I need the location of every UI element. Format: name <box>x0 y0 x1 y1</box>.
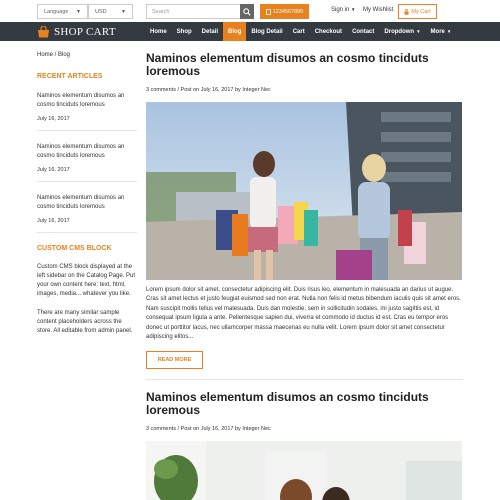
nav-item-checkout[interactable]: Checkout <box>310 22 347 41</box>
search-input[interactable]: Search <box>146 4 253 19</box>
wishlist-link[interactable]: My Wishlist <box>363 7 393 13</box>
shopping-bag-icon <box>38 25 49 37</box>
my-cart-button[interactable]: My Cart <box>398 4 437 19</box>
nav-item-shop[interactable]: Shop <box>172 22 197 41</box>
nav-item-cart[interactable]: Cart <box>288 22 310 41</box>
nav-item-blog[interactable]: Blog <box>223 22 247 41</box>
chevron-down-icon: ▼ <box>76 8 81 15</box>
phone-icon <box>265 8 271 15</box>
chevron-down-icon: ▼ <box>416 29 421 34</box>
brand-name: SHOP CART <box>54 25 116 38</box>
post-author[interactable]: Integer Nec <box>242 87 270 93</box>
post-date: / Post on July 16, 2017 by <box>175 87 243 93</box>
blog-post: Naminos elementum disumos an cosmo tinci… <box>146 52 463 381</box>
post-title[interactable]: Naminos elementum disumos an cosmo tinci… <box>146 52 463 78</box>
shopping-women-photo <box>146 102 462 280</box>
language-select-label: Language <box>44 8 69 15</box>
post-image[interactable] <box>146 441 462 500</box>
comments-count[interactable]: 3 comments <box>146 426 176 432</box>
my-cart-label: My Cart <box>411 8 431 15</box>
lock-icon <box>404 8 409 15</box>
recent-article-date: July 16, 2017 <box>37 167 70 173</box>
recent-article-date: July 16, 2017 <box>37 116 70 122</box>
cms-paragraph: There are many similar sample content pl… <box>37 310 133 334</box>
chevron-down-icon: ▼ <box>446 29 452 34</box>
top-bar: Language ▼ USD ▼ Search 1234567890 Sign … <box>0 0 500 22</box>
phone-badge[interactable]: 1234567890 <box>260 4 309 19</box>
recent-article: Naminos elementum disumos an cosmo tinci… <box>37 92 137 131</box>
currency-select-label: USD <box>95 8 107 15</box>
nav-item-dropdown[interactable]: Dropdown ▼ <box>379 22 425 41</box>
nav-item-dropdown-label: Dropdown <box>384 28 415 35</box>
recent-article-title[interactable]: Naminos elementum disumos an cosmo tinci… <box>37 92 137 110</box>
cms-paragraph: Custom CMS block displayed at the left s… <box>37 264 136 297</box>
nav-item-home[interactable]: Home <box>145 22 172 41</box>
post-title[interactable]: Naminos elementum disumos an cosmo tinci… <box>146 391 463 417</box>
office-team-photo <box>146 441 462 500</box>
recent-article-title[interactable]: Naminos elementum disumos an cosmo tinci… <box>37 143 137 161</box>
sidebar: Home / Blog RECENT ARTICLES Naminos elem… <box>37 52 137 346</box>
nav-item-detail[interactable]: Detail <box>197 22 223 41</box>
main-navbar: SHOP CART Home Shop Detail Blog Blog Det… <box>0 22 500 41</box>
search-button[interactable] <box>240 4 254 19</box>
post-image[interactable] <box>146 102 462 280</box>
post-date: / Post on July 16, 2017 by <box>175 426 243 433</box>
recent-article-date: July 16, 2017 <box>37 218 70 224</box>
breadcrumb: Home / Blog <box>37 52 71 58</box>
nav-item-contact[interactable]: Contact <box>347 22 379 41</box>
post-excerpt: Lorem ipsum dolor sit amet, consectetur … <box>146 287 461 341</box>
recent-article-title[interactable]: Naminos elementum disumos an cosmo tinci… <box>37 194 137 212</box>
blog-post: Naminos elementum disumos an cosmo tinci… <box>146 391 463 500</box>
comments-count[interactable]: 3 comments <box>146 87 176 93</box>
recent-article: Naminos elementum disumos an cosmo tinci… <box>37 194 137 233</box>
nav-menu: Home Shop Detail Blog Blog Detail Cart C… <box>145 22 456 41</box>
phone-number: 1234567890 <box>272 8 304 15</box>
sign-in-link[interactable]: Sign in ▼ <box>331 7 356 13</box>
language-select[interactable]: Language ▼ <box>37 4 88 19</box>
search-placeholder: Search <box>152 8 170 15</box>
post-author[interactable]: Integer Nec <box>242 426 270 432</box>
sign-in-label: Sign in <box>331 7 350 13</box>
currency-select[interactable]: USD ▼ <box>88 4 133 19</box>
recent-articles-heading: RECENT ARTICLES <box>37 73 103 80</box>
post-meta: 3 comments / Post on July 16, 2017 by In… <box>146 426 463 432</box>
nav-item-more[interactable]: More ▼ <box>426 22 457 41</box>
post-meta: 3 comments / Post on July 16, 2017 by In… <box>146 87 463 93</box>
custom-cms-heading: CUSTOM CMS BLOCK <box>37 245 112 252</box>
read-more-button[interactable]: READ MORE <box>146 351 203 370</box>
post-divider <box>146 379 463 381</box>
chevron-down-icon: ▼ <box>351 7 356 12</box>
logo[interactable]: SHOP CART <box>37 25 116 38</box>
blog-list: Naminos elementum disumos an cosmo tinci… <box>146 52 463 500</box>
chevron-down-icon: ▼ <box>121 8 126 15</box>
search-icon <box>243 7 251 16</box>
nav-item-blog-detail[interactable]: Blog Detail <box>246 22 287 41</box>
nav-item-more-label: More <box>430 28 445 35</box>
recent-article: Naminos elementum disumos an cosmo tinci… <box>37 143 137 182</box>
